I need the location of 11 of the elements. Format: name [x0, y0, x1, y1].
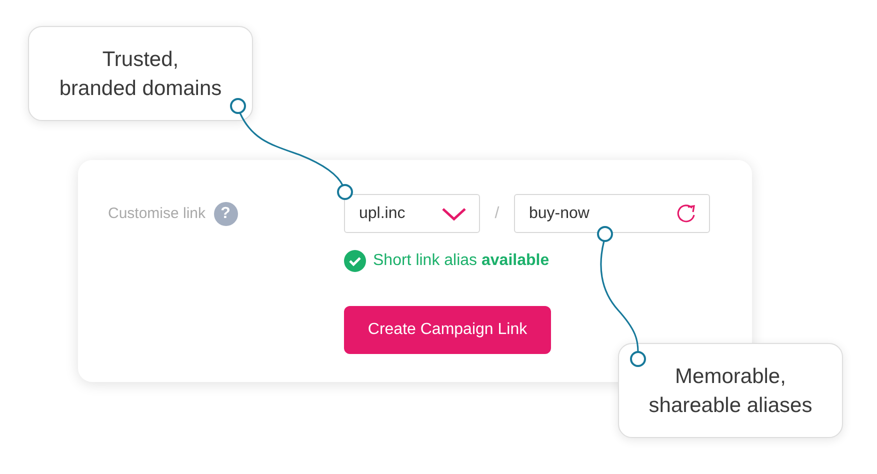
status-message: Short link alias available [373, 252, 550, 270]
domain-select[interactable]: upl.inc [344, 194, 480, 233]
check-icon [344, 250, 366, 272]
refresh-icon[interactable] [675, 202, 697, 224]
callout-text: Trusted, branded domains [59, 46, 222, 102]
callout-text: Memorable, shareable aliases [648, 364, 812, 418]
separator: / [494, 204, 500, 222]
chevron-down-icon [441, 206, 467, 220]
alias-field[interactable]: buy-now [514, 194, 710, 233]
create-link-button[interactable]: Create Campaign Link [344, 306, 551, 354]
field-label: Customise link [108, 205, 206, 222]
